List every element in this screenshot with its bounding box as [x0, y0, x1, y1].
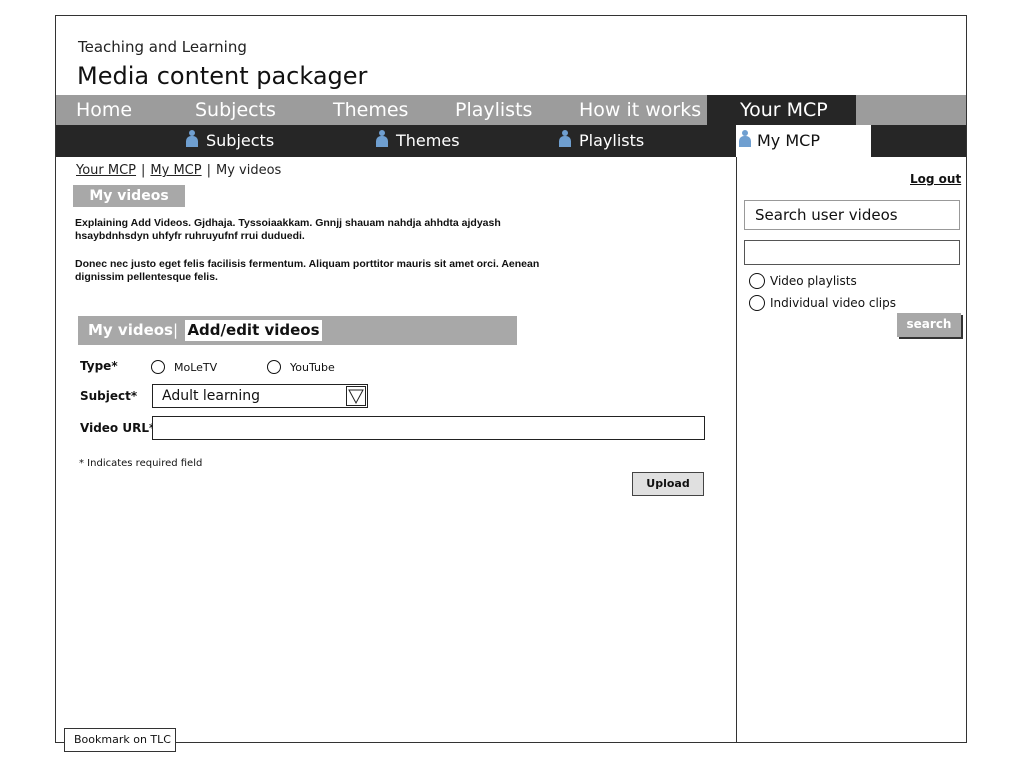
breadcrumb: Your MCP | My MCP | My videos	[76, 163, 281, 178]
type-option-youtube-label: YouTube	[290, 361, 335, 374]
upload-button[interactable]: Upload	[632, 472, 704, 496]
page-frame: Teaching and Learning Media content pack…	[55, 15, 967, 743]
intro-paragraph-1: Explaining Add Videos. Gjdhaja. Tyssoiaa…	[75, 217, 501, 242]
radio-icon[interactable]	[749, 295, 765, 311]
top-nav-subjects[interactable]: Subjects	[195, 95, 276, 125]
radio-icon[interactable]	[267, 360, 281, 374]
section-label: My videos	[73, 185, 185, 207]
type-option-moletv-label: MoLeTV	[174, 361, 218, 374]
person-icon	[186, 130, 198, 148]
video-url-label: Video URL*	[80, 421, 156, 435]
sub-nav-subjects-label: Subjects	[206, 131, 275, 150]
top-nav: Home Subjects Themes Playlists How it wo…	[56, 95, 966, 125]
breadcrumb-separator: |	[206, 163, 211, 178]
top-nav-playlists[interactable]: Playlists	[455, 95, 532, 125]
bookmark-on-tlc-tab[interactable]: Bookmark on TLC	[64, 728, 176, 752]
search-user-videos-title: Search user videos	[744, 200, 960, 230]
subject-select-value: Adult learning	[162, 388, 261, 404]
option-video-playlists[interactable]: Video playlists	[749, 273, 857, 289]
search-input[interactable]	[744, 240, 960, 265]
dropdown-triangle-icon[interactable]	[346, 386, 366, 406]
type-option-youtube[interactable]: YouTube	[267, 360, 335, 374]
subject-label: Subject*	[80, 389, 138, 403]
option-video-playlists-label: Video playlists	[770, 274, 857, 288]
sub-nav-themes-label: Themes	[396, 131, 460, 150]
breadcrumb-link-my-mcp[interactable]: My MCP	[150, 163, 201, 178]
person-icon	[559, 130, 571, 148]
person-icon	[739, 130, 751, 148]
option-individual-video-clips-label: Individual video clips	[770, 296, 896, 310]
tab-bar: My videos | Add/edit videos	[78, 316, 517, 345]
top-nav-your-mcp[interactable]: Your MCP	[740, 95, 828, 125]
person-icon	[376, 130, 388, 148]
breadcrumb-separator: |	[141, 163, 146, 178]
option-individual-video-clips[interactable]: Individual video clips	[749, 295, 896, 311]
video-url-input[interactable]	[152, 416, 705, 440]
tab-my-mcp[interactable]: My MCP	[736, 125, 871, 157]
required-field-note: * Indicates required field	[79, 458, 203, 469]
top-nav-how-it-works[interactable]: How it works	[579, 95, 701, 125]
breadcrumb-link-your-mcp[interactable]: Your MCP	[76, 163, 136, 178]
tab-my-videos[interactable]: My videos	[88, 316, 173, 345]
search-button[interactable]: search	[897, 313, 961, 337]
logout-link[interactable]: Log out	[910, 172, 961, 186]
sidebar-divider	[736, 157, 737, 743]
site-subtitle: Teaching and Learning	[78, 38, 247, 56]
type-option-moletv[interactable]: MoLeTV	[151, 360, 217, 374]
tab-separator: |	[173, 321, 179, 339]
subject-select[interactable]: Adult learning	[152, 384, 368, 408]
sub-nav: Subjects Themes Playlists My MCP	[56, 125, 966, 157]
type-label: Type*	[80, 359, 118, 373]
radio-icon[interactable]	[749, 273, 765, 289]
top-nav-home[interactable]: Home	[76, 95, 132, 125]
top-nav-themes[interactable]: Themes	[333, 95, 408, 125]
sub-nav-playlists-label: Playlists	[579, 131, 645, 150]
tab-add-edit-videos[interactable]: Add/edit videos	[185, 320, 322, 341]
sub-nav-playlists[interactable]: Playlists	[559, 125, 644, 157]
breadcrumb-current: My videos	[216, 163, 282, 178]
site-title: Media content packager	[77, 62, 368, 90]
radio-icon[interactable]	[151, 360, 165, 374]
intro-paragraph-2: Donec nec justo eget felis facilisis fer…	[75, 258, 540, 283]
sub-nav-themes[interactable]: Themes	[376, 125, 460, 157]
tab-my-mcp-label: My MCP	[757, 131, 820, 150]
sub-nav-subjects[interactable]: Subjects	[186, 125, 274, 157]
